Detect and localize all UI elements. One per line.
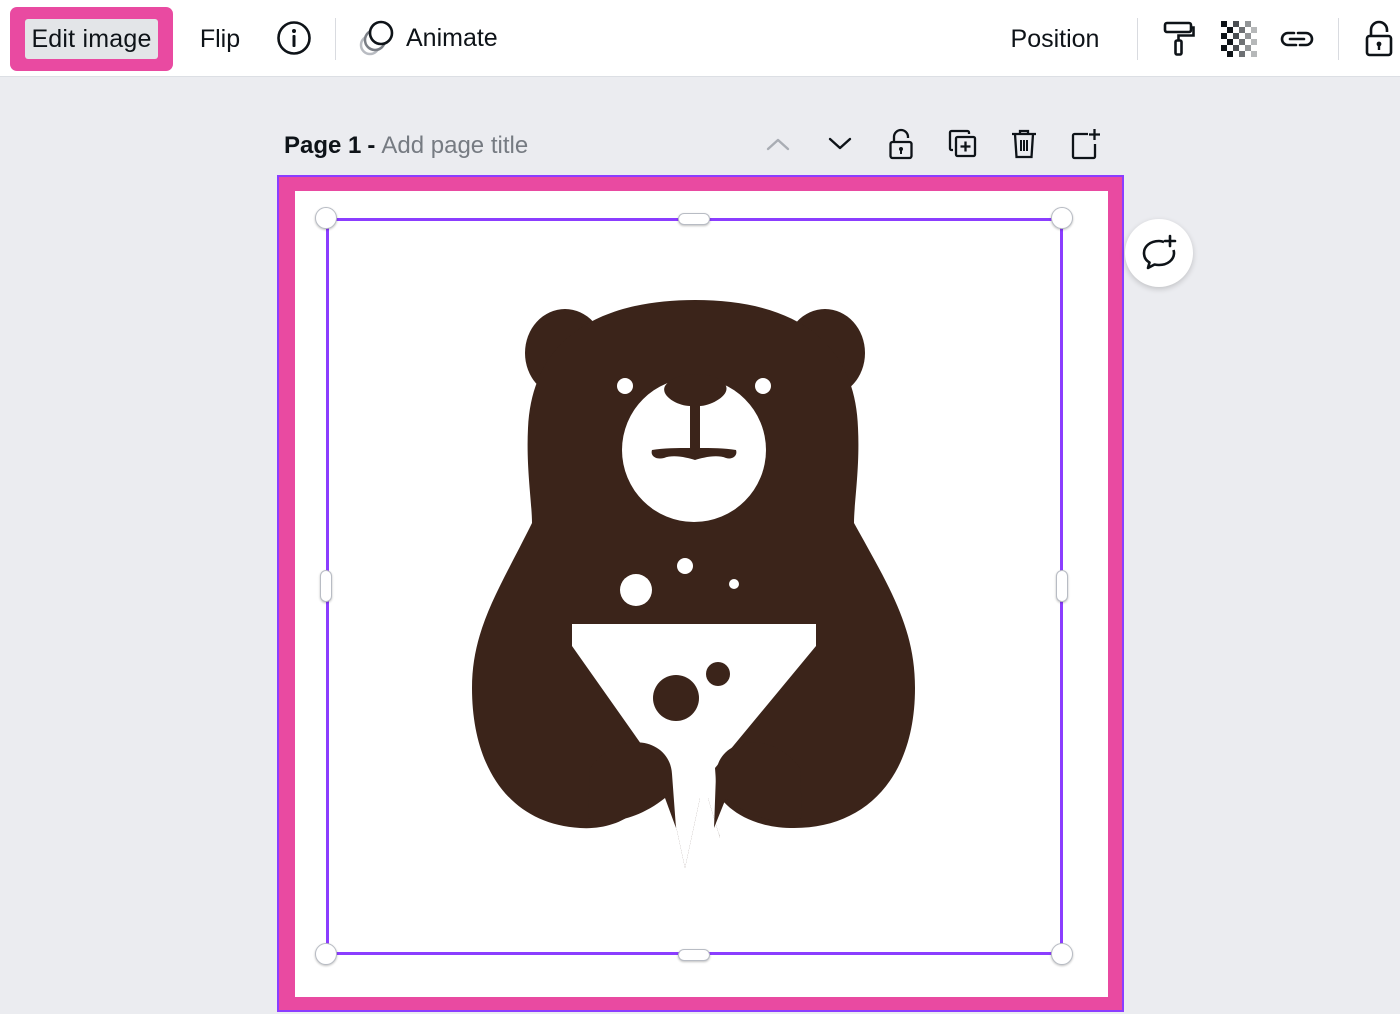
add-comment-icon [1142,234,1177,270]
animate-label: Animate [406,23,498,52]
chevron-down-icon [828,137,852,150]
position-button[interactable]: Position [996,14,1114,64]
link-icon [1280,31,1314,47]
resize-handle-top[interactable] [678,213,710,225]
resize-handle-bottom-left[interactable] [315,943,337,965]
flip-label: Flip [199,24,241,53]
page-header: Page 1 - Add page title [284,128,528,164]
animate-button[interactable]: Animate [356,12,518,64]
info-button[interactable] [272,16,316,60]
resize-handle-bottom[interactable] [678,949,710,961]
flip-button[interactable]: Flip [190,14,250,64]
add-comment-button[interactable] [1125,219,1193,287]
add-page-icon [1071,129,1100,160]
animate-icon [359,20,394,56]
toolbar-divider [1137,18,1138,60]
lock-button[interactable] [1358,14,1400,64]
position-label: Position [1010,24,1100,53]
move-page-up-button[interactable] [758,124,798,164]
resize-handle-left[interactable] [320,570,332,602]
page-label: Page 1 [284,132,362,159]
add-page-button[interactable] [1066,124,1106,164]
edit-image-highlight: Edit image [10,7,173,71]
transparency-icon [1221,21,1257,57]
toolbar-divider [1338,18,1339,60]
toolbar-divider [335,18,336,60]
resize-handle-right[interactable] [1056,570,1068,602]
info-icon [277,21,311,55]
resize-handle-bottom-right[interactable] [1051,943,1073,965]
edit-image-button[interactable]: Edit image [25,19,158,59]
delete-page-button[interactable] [1004,124,1044,164]
link-button[interactable] [1274,14,1320,64]
resize-handle-top-left[interactable] [315,207,337,229]
lock-page-button[interactable] [881,124,921,164]
page-title-input[interactable]: Add page title [381,132,528,160]
duplicate-page-icon [948,129,977,158]
resize-handle-top-right[interactable] [1051,207,1073,229]
page-separator: - [367,132,376,159]
trash-icon [1012,129,1036,159]
transparency-button[interactable] [1216,14,1262,64]
move-page-down-button[interactable] [820,124,860,164]
lock-icon [889,128,913,160]
paint-roller-icon [1163,21,1195,56]
image-selection-box [326,218,1063,955]
editor-toolbar: Edit image Flip Animate Position [0,0,1400,77]
copy-style-button[interactable] [1156,14,1202,64]
chevron-up-icon [766,138,790,151]
lock-icon [1365,20,1393,57]
duplicate-page-button[interactable] [943,124,983,164]
